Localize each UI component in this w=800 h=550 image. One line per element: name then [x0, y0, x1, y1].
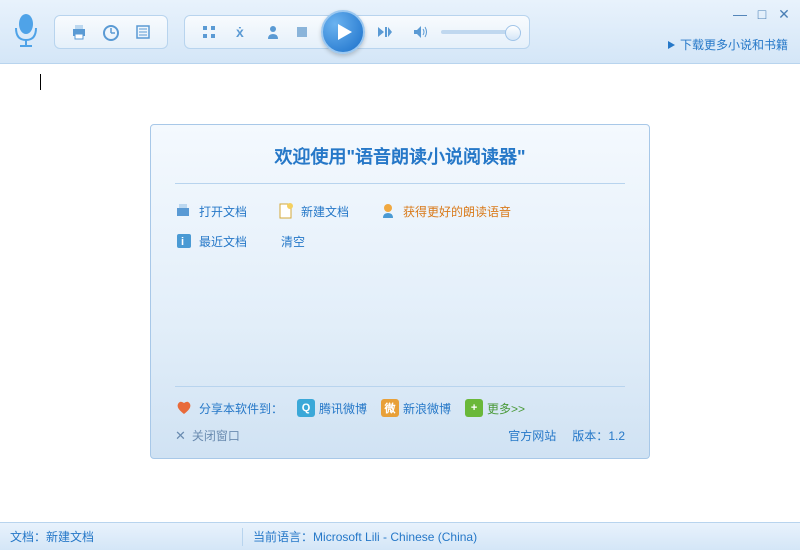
tencent-weibo-icon: Q	[297, 399, 315, 417]
better-voice-link[interactable]: 获得更好的朗读语音	[379, 202, 511, 220]
sina-weibo-label: 新浪微博	[403, 400, 451, 417]
close-button[interactable]: ✕	[776, 6, 792, 22]
pitch-button[interactable]: ẋ	[229, 20, 253, 44]
status-lang: 当前语言：Microsoft Lili - Chinese (China)	[253, 528, 477, 545]
stop-button[interactable]	[289, 19, 315, 45]
share-label: 分享本软件到：	[175, 400, 283, 417]
volume-control	[407, 19, 521, 45]
recent-row: i 最近文档 清空	[175, 232, 625, 250]
quick-actions-row: 打开文档 新建文档 获得更好的朗读语音	[175, 202, 625, 220]
welcome-panel: 欢迎使用"语音朗读小说阅读器" 打开文档 新建文档 获得更好的朗读语音	[150, 124, 650, 459]
playback-toolbar-group: ẋ	[184, 15, 530, 49]
clear-recent-link[interactable]: 清空	[281, 233, 305, 250]
statusbar: 文档：新建文档 当前语言：Microsoft Lili - Chinese (C…	[0, 522, 800, 550]
better-voice-label: 获得更好的朗读语音	[403, 203, 511, 220]
version-text: 版本：1.2	[572, 427, 625, 444]
recent-doc-link[interactable]: i 最近文档	[175, 232, 247, 250]
version-info: 官方网站 版本：1.2	[508, 427, 625, 444]
status-doc: 文档：新建文档	[10, 528, 94, 545]
new-doc-icon	[277, 202, 295, 220]
maximize-button[interactable]: □	[754, 6, 770, 22]
window-controls: — □ ✕	[732, 6, 792, 22]
share-more-label: 更多>>	[487, 400, 525, 417]
recent-doc-icon: i	[175, 232, 193, 250]
voice-button[interactable]	[261, 20, 285, 44]
close-row: ✕ 关闭窗口 官方网站 版本：1.2	[175, 427, 625, 444]
close-welcome-label: 关闭窗口	[192, 427, 240, 444]
minimize-button[interactable]: —	[732, 6, 748, 22]
file-toolbar-group	[54, 15, 168, 49]
new-doc-label: 新建文档	[301, 203, 349, 220]
list-button[interactable]	[131, 20, 155, 44]
new-doc-link[interactable]: 新建文档	[277, 202, 349, 220]
better-voice-icon	[379, 202, 397, 220]
shuffle-button[interactable]	[197, 20, 221, 44]
print-button[interactable]	[67, 20, 91, 44]
welcome-panel-bottom: 分享本软件到： Q 腾讯微博 微 新浪微博 + 更多>> ✕ 关闭窗	[175, 386, 625, 444]
app-logo-mic-icon	[8, 14, 44, 50]
official-site-link[interactable]: 官方网站	[508, 427, 556, 444]
open-doc-icon	[175, 202, 193, 220]
toolbar: ẋ — □ ✕ 下载更多小说和书籍	[0, 0, 800, 64]
content-area: 欢迎使用"语音朗读小说阅读器" 打开文档 新建文档 获得更好的朗读语音	[0, 64, 800, 522]
share-label-text: 分享本软件到：	[199, 400, 283, 417]
text-cursor	[40, 74, 41, 90]
tencent-weibo-label: 腾讯微博	[319, 400, 367, 417]
svg-text:i: i	[181, 236, 184, 248]
timer-button[interactable]	[99, 20, 123, 44]
share-more-link[interactable]: + 更多>>	[465, 399, 525, 417]
svg-text:ẋ: ẋ	[236, 24, 244, 40]
download-more-link[interactable]: 下载更多小说和书籍	[666, 36, 788, 53]
share-row: 分享本软件到： Q 腾讯微博 微 新浪微博 + 更多>>	[175, 386, 625, 417]
recent-doc-label: 最近文档	[199, 233, 247, 250]
open-doc-label: 打开文档	[199, 203, 247, 220]
sina-weibo-icon: 微	[381, 399, 399, 417]
download-more-label: 下载更多小说和书籍	[680, 36, 788, 53]
open-doc-link[interactable]: 打开文档	[175, 202, 247, 220]
close-welcome-link[interactable]: ✕ 关闭窗口	[175, 427, 240, 444]
status-separator	[242, 528, 243, 546]
share-more-icon: +	[465, 399, 483, 417]
volume-icon[interactable]	[407, 19, 433, 45]
play-button[interactable]	[321, 10, 365, 54]
close-icon: ✕	[175, 428, 186, 444]
tencent-weibo-link[interactable]: Q 腾讯微博	[297, 399, 367, 417]
next-button[interactable]	[371, 19, 397, 45]
volume-slider[interactable]	[441, 30, 521, 34]
welcome-title: 欢迎使用"语音朗读小说阅读器"	[175, 143, 625, 184]
sina-weibo-link[interactable]: 微 新浪微博	[381, 399, 451, 417]
